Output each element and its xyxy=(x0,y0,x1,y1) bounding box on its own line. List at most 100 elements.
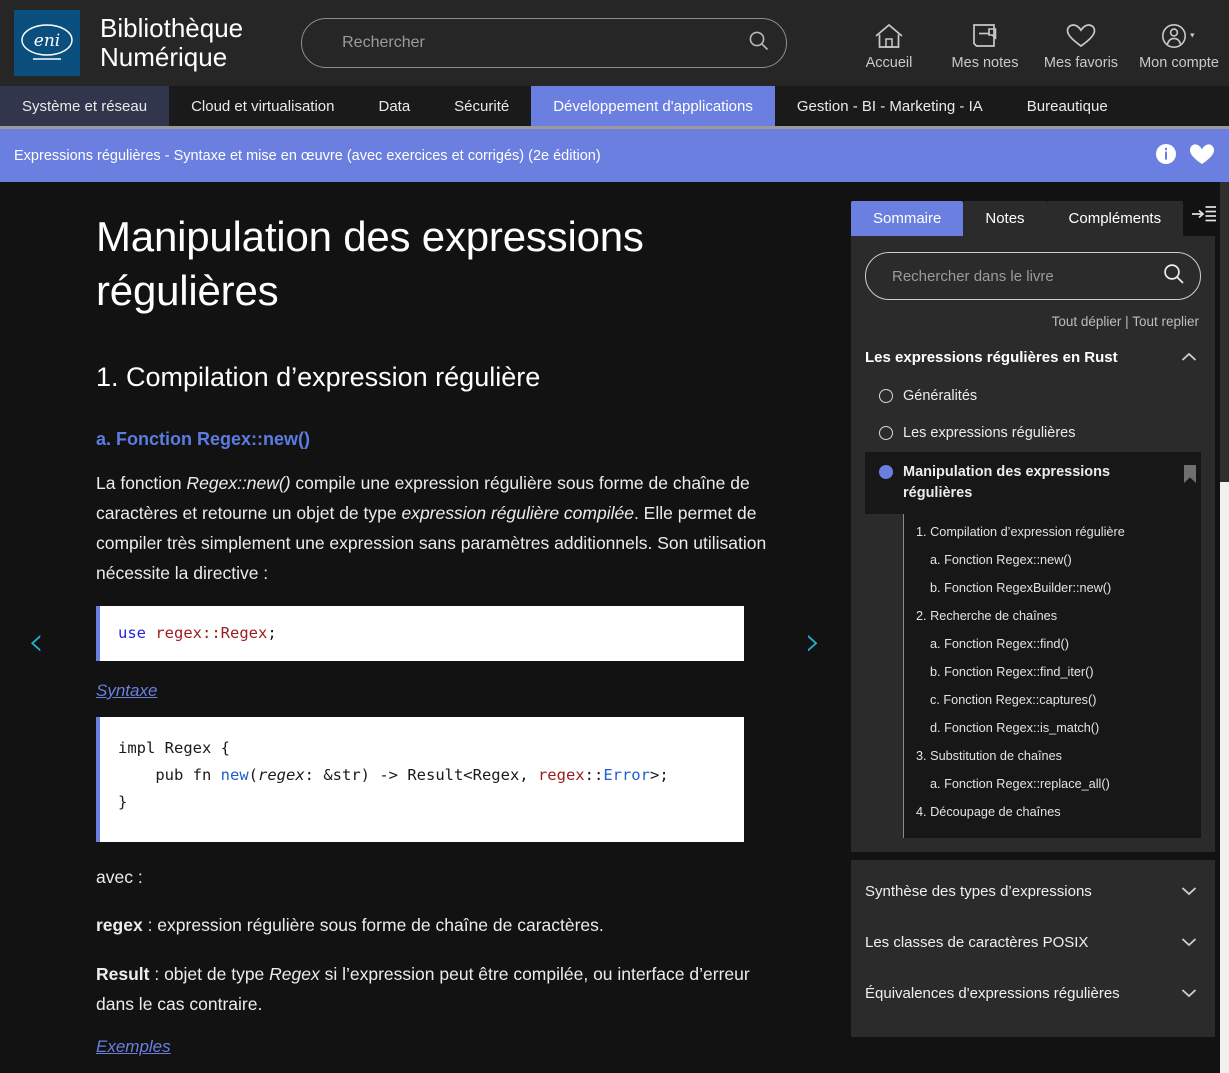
code-function: new xyxy=(220,766,249,785)
tab-cloud-et-virtualisation[interactable]: Cloud et virtualisation xyxy=(169,86,356,126)
eni-logo-icon[interactable]: eni xyxy=(14,10,80,76)
code-block-directive: use regex::Regex; xyxy=(96,605,744,661)
sub-item-3[interactable]: 3. Substitution de chaînes xyxy=(904,742,1201,770)
chevron-down-icon xyxy=(1190,33,1195,38)
toc-group-posix[interactable]: Les classes de caractères POSIX xyxy=(865,917,1201,968)
subsection-heading: a. Fonction Regex::new() xyxy=(96,428,311,449)
toc-group-label: Équivalences d'expressions régulières xyxy=(865,985,1120,1003)
toc-group-equivalences[interactable]: Équivalences d'expressions régulières xyxy=(865,968,1201,1019)
toc-group-label: Synthèse des types d’expressions xyxy=(865,883,1092,901)
code-run: >; xyxy=(649,766,669,785)
text-run: : objet de type xyxy=(149,963,270,984)
code-line: impl Regex { xyxy=(118,739,230,757)
table-of-contents: Les expressions régulières en Rust Génér… xyxy=(865,341,1201,839)
definition-regex: regex : expression régulière sous forme … xyxy=(96,910,787,940)
search-icon[interactable] xyxy=(748,30,770,57)
toc-group-rust[interactable]: Les expressions régulières en Rust xyxy=(865,341,1201,378)
sub-item-4[interactable]: 4. Découpage de chaînes xyxy=(904,798,1201,826)
sub-item-2a[interactable]: a. Fonction Regex::find() xyxy=(904,630,1201,658)
tab-sommaire[interactable]: Sommaire xyxy=(851,201,964,236)
chevron-down-icon[interactable] xyxy=(1173,935,1197,950)
code-punct: ; xyxy=(267,623,277,642)
radio-bullet-icon xyxy=(879,426,893,441)
app-header: eni Bibliothèque Numérique Accueil Mes n… xyxy=(0,0,1229,86)
sub-item-1b[interactable]: b. Fonction RegexBuilder::new() xyxy=(904,574,1201,602)
chevron-down-icon[interactable] xyxy=(1173,884,1197,899)
code-path: regex::Regex xyxy=(146,623,268,642)
bookmark-icon[interactable] xyxy=(1183,464,1197,488)
chevron-up-icon[interactable] xyxy=(1173,350,1197,365)
svg-text:eni: eni xyxy=(34,31,60,51)
favorite-heart-icon[interactable] xyxy=(1189,142,1215,170)
banner-actions xyxy=(1155,142,1215,170)
heart-icon xyxy=(1065,21,1097,51)
term: Result xyxy=(96,963,150,984)
chevron-down-icon[interactable] xyxy=(1173,986,1197,1001)
expand-all-link[interactable]: Tout déplier xyxy=(1052,314,1122,329)
tab-securite[interactable]: Sécurité xyxy=(432,86,531,126)
toc-item-manipulation-current[interactable]: Manipulation des expressions régulières xyxy=(865,452,1201,515)
toc-group-label: Les expressions régulières en Rust xyxy=(865,349,1118,366)
code-keyword: use xyxy=(118,623,146,642)
code-line: } xyxy=(118,793,128,812)
tab-gestion-bi-marketing-ia[interactable]: Gestion - BI - Marketing - IA xyxy=(775,86,1005,126)
code-run: pub fn xyxy=(118,766,221,785)
tab-systeme-et-reseau[interactable]: Système et réseau xyxy=(0,86,170,126)
toc-item-label: Généralités xyxy=(903,388,978,404)
search-input[interactable] xyxy=(340,33,741,53)
exemples-label[interactable]: Exemples xyxy=(96,1037,171,1057)
sub-item-2d[interactable]: d. Fonction Regex::is_match() xyxy=(904,714,1201,742)
toc-item-label: Les expressions régulières xyxy=(903,425,1076,442)
toc-item-generalites[interactable]: Généralités xyxy=(865,378,1201,415)
collapse-all-link[interactable]: Tout replier xyxy=(1132,314,1199,329)
brand-name: Bibliothèque Numérique xyxy=(100,12,244,72)
toc-item-label: Manipulation des expressions régulières xyxy=(903,464,1111,502)
tab-bureautique[interactable]: Bureautique xyxy=(1005,86,1130,126)
avec-label: avec : xyxy=(96,867,143,888)
text-emphasis: Regex::new() xyxy=(186,472,291,493)
scrollbar-thumb[interactable] xyxy=(1220,182,1229,482)
header-nav: Accueil Mes notes Mes favoris Mon compte xyxy=(841,15,1229,71)
nav-item-accueil[interactable]: Accueil xyxy=(841,15,937,71)
side-panel: Sommaire Notes Compléments Tout déplier … xyxy=(847,182,1229,1073)
toc-item-les-expressions-regulieres[interactable]: Les expressions régulières xyxy=(865,415,1201,452)
sub-item-3a[interactable]: a. Fonction Regex::replace_all() xyxy=(904,770,1201,798)
sub-item-1a[interactable]: a. Fonction Regex::new() xyxy=(904,546,1201,574)
search-icon[interactable] xyxy=(1162,262,1186,291)
page-scrollbar[interactable] xyxy=(1220,182,1229,1073)
note-bookmark-icon xyxy=(970,21,1000,51)
collapsed-groups: Synthèse des types d’expressions Les cla… xyxy=(851,860,1215,1038)
user-circle-icon xyxy=(1159,21,1199,51)
nav-item-mes-favoris[interactable]: Mes favoris xyxy=(1033,15,1129,71)
tab-developpement-applications[interactable]: Développement d'applications xyxy=(531,86,775,126)
collapse-panel-icon[interactable] xyxy=(1183,203,1221,236)
code-param: regex xyxy=(258,766,305,785)
sub-item-2c[interactable]: c. Fonction Regex::captures() xyxy=(904,686,1201,714)
previous-page-button[interactable]: ‹ xyxy=(28,622,44,662)
sub-item-2[interactable]: 2. Recherche de chaînes xyxy=(904,602,1201,630)
separator: | xyxy=(1125,314,1129,329)
tab-data[interactable]: Data xyxy=(356,86,432,126)
toc-group-synthese[interactable]: Synthèse des types d’expressions xyxy=(865,866,1201,917)
expand-collapse-row: Tout déplier | Tout replier xyxy=(865,300,1201,341)
info-circle-icon[interactable] xyxy=(1155,143,1177,169)
text-run: : expression régulière sous forme de cha… xyxy=(142,915,604,936)
book-search[interactable] xyxy=(865,252,1201,300)
tab-notes[interactable]: Notes xyxy=(963,201,1047,236)
syntaxe-label[interactable]: Syntaxe xyxy=(96,681,157,701)
code-run: ( xyxy=(248,766,258,785)
sub-item-1[interactable]: 1. Compilation d’expression régulière xyxy=(904,518,1201,546)
next-page-button[interactable]: › xyxy=(805,622,821,662)
nav-item-mon-compte[interactable]: Mon compte xyxy=(1129,15,1229,71)
category-tabs: Système et réseau Cloud et virtualisatio… xyxy=(0,86,1229,126)
section-heading: 1. Compilation d’expression régulière xyxy=(96,361,541,392)
book-search-input[interactable] xyxy=(890,266,1162,286)
sub-item-2b[interactable]: b. Fonction Regex::find_iter() xyxy=(904,658,1201,686)
reader-pane: ‹ › Manipulation des expressions réguliè… xyxy=(0,182,847,1073)
text-emphasis: expression régulière compilée xyxy=(401,502,634,523)
tab-complements[interactable]: Compléments xyxy=(1046,201,1184,236)
global-search[interactable] xyxy=(301,18,788,68)
text-run: La fonction xyxy=(96,472,187,493)
nav-item-mes-notes[interactable]: Mes notes xyxy=(937,15,1033,71)
code-path: regex xyxy=(537,766,585,785)
